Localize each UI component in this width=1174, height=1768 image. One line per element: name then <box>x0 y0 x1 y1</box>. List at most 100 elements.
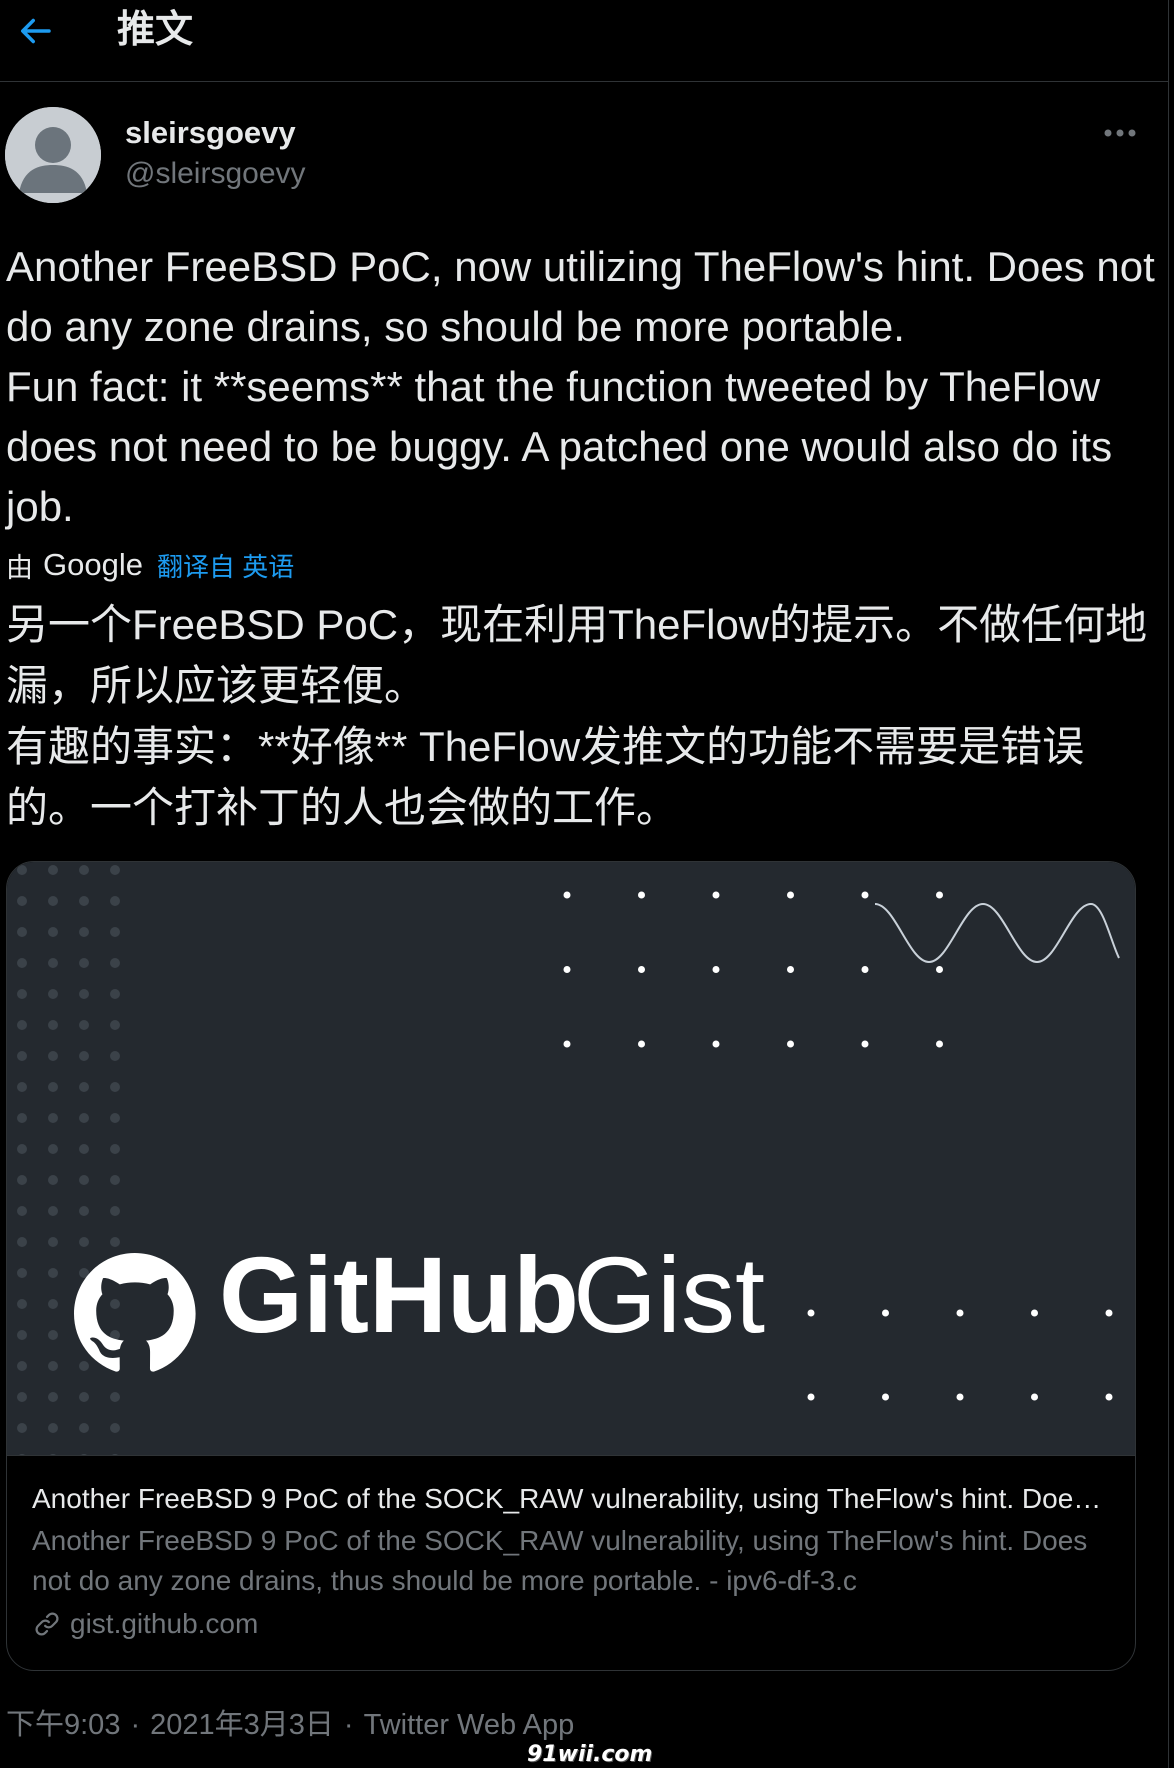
decorative-dot <box>17 958 27 968</box>
decorative-dot-grid <box>807 1309 1113 1401</box>
link-preview-card[interactable]: GitHub Gist Another FreeBSD 9 PoC of the… <box>6 861 1136 1671</box>
decorative-dot <box>79 1020 89 1030</box>
tweet-date[interactable]: 2021年3月3日 <box>150 1705 334 1745</box>
decorative-dot <box>936 966 943 973</box>
decorative-dot <box>112 1454 118 1455</box>
decorative-dot <box>19 1454 25 1455</box>
decorative-dot <box>17 1206 27 1216</box>
decorative-dot <box>48 1020 58 1030</box>
decorative-dot <box>48 958 58 968</box>
decorative-dot <box>48 1330 58 1340</box>
decorative-dot <box>48 1361 58 1371</box>
decorative-dot <box>110 1020 120 1030</box>
decorative-dot <box>48 1392 58 1402</box>
decorative-dot <box>807 1393 815 1401</box>
card-title: Another FreeBSD 9 PoC of the SOCK_RAW vu… <box>32 1483 1112 1514</box>
decorative-dot <box>17 927 27 937</box>
decorative-dot <box>712 1040 720 1048</box>
author-handle[interactable]: @sleirsgoevy <box>125 154 306 194</box>
gist-wordmark: Gist <box>573 1234 765 1355</box>
card-description: Another FreeBSD 9 PoC of the SOCK_RAW vu… <box>32 1525 1088 1596</box>
more-options-button[interactable] <box>1100 120 1140 146</box>
decorative-dot <box>79 1144 89 1154</box>
tweet-source[interactable]: Twitter Web App <box>364 1705 575 1745</box>
meta-separator: · <box>343 1709 354 1741</box>
decorative-dot <box>936 891 943 899</box>
decorative-dot <box>48 1299 58 1309</box>
decorative-dot <box>110 1206 120 1216</box>
translation-attribution: 由 Google 翻译自 英语 <box>6 545 294 585</box>
decorative-dot <box>787 891 794 899</box>
avatar[interactable] <box>5 107 101 203</box>
decorative-dot <box>48 1082 58 1092</box>
meta-separator: · <box>130 1709 141 1741</box>
decorative-dot <box>17 989 27 999</box>
decorative-dot <box>1031 1393 1038 1401</box>
decorative-dot <box>110 1144 120 1154</box>
decorative-dot <box>787 966 794 973</box>
decorative-dot <box>1105 1309 1113 1317</box>
decorative-dot <box>17 1268 27 1278</box>
decorative-dot <box>17 1392 27 1402</box>
author-display-name[interactable]: sleirsgoevy <box>125 113 296 153</box>
decorative-dot <box>638 891 645 899</box>
decorative-dot-grid <box>563 891 943 1048</box>
decorative-dot <box>48 1268 58 1278</box>
decorative-dot <box>956 1393 964 1401</box>
decorative-dot <box>48 865 58 875</box>
default-avatar-icon <box>5 107 101 203</box>
decorative-dot <box>563 1040 571 1048</box>
decorative-dot <box>48 1175 58 1185</box>
card-domain-row: gist.github.com <box>32 1604 258 1644</box>
decorative-dot <box>17 896 27 906</box>
decorative-dot <box>110 865 120 875</box>
decorative-dot <box>48 1051 58 1061</box>
decorative-dot <box>110 989 120 999</box>
decorative-dot <box>48 989 58 999</box>
translated-by-label: 由 <box>6 552 33 583</box>
decorative-dot <box>712 966 720 973</box>
github-gist-banner: GitHub Gist <box>17 865 1120 1455</box>
decorative-dot <box>48 1423 58 1433</box>
decorative-dot <box>110 1392 120 1402</box>
decorative-dot <box>110 1299 120 1309</box>
decorative-dot <box>882 1309 889 1317</box>
decorative-dot <box>17 1144 27 1154</box>
decorative-dot <box>48 896 58 906</box>
decorative-dot <box>48 1113 58 1123</box>
decorative-dot <box>110 1082 120 1092</box>
decorative-dot <box>17 865 27 875</box>
top-bar: 推文 <box>0 0 1169 82</box>
decorative-dot <box>79 896 89 906</box>
decorative-dot <box>17 1051 27 1061</box>
decorative-dot <box>882 1393 889 1401</box>
decorative-dot <box>563 966 571 973</box>
decorative-dot <box>48 927 58 937</box>
decorative-dot <box>110 896 120 906</box>
decorative-dot <box>79 1423 89 1433</box>
decorative-dot <box>638 966 645 973</box>
decorative-dot <box>110 1237 120 1247</box>
decorative-dot <box>79 1051 89 1061</box>
tweet-meta: 下午9:03 · 2021年3月3日 · Twitter Web App <box>6 1705 574 1745</box>
decorative-dot <box>936 1040 943 1048</box>
decorative-dot <box>48 1206 58 1216</box>
decorative-dot <box>110 1423 120 1433</box>
more-horizontal-icon <box>1104 129 1136 137</box>
google-logo: Google <box>43 547 143 582</box>
decorative-dot <box>110 927 120 937</box>
translated-from-link[interactable]: 翻译自 英语 <box>157 547 294 584</box>
back-button[interactable] <box>14 10 56 52</box>
wave-decoration <box>874 902 1120 964</box>
decorative-dot <box>79 927 89 937</box>
decorative-dot <box>17 1237 27 1247</box>
decorative-dot <box>1031 1309 1038 1317</box>
decorative-dot <box>110 958 120 968</box>
github-octocat-icon <box>74 1253 196 1372</box>
decorative-dot <box>17 1330 27 1340</box>
decorative-dot <box>110 1051 120 1061</box>
decorative-dot <box>79 1392 89 1402</box>
tweet-time[interactable]: 下午9:03 <box>6 1705 120 1745</box>
decorative-dot <box>79 865 89 875</box>
decorative-dot <box>48 1144 58 1154</box>
